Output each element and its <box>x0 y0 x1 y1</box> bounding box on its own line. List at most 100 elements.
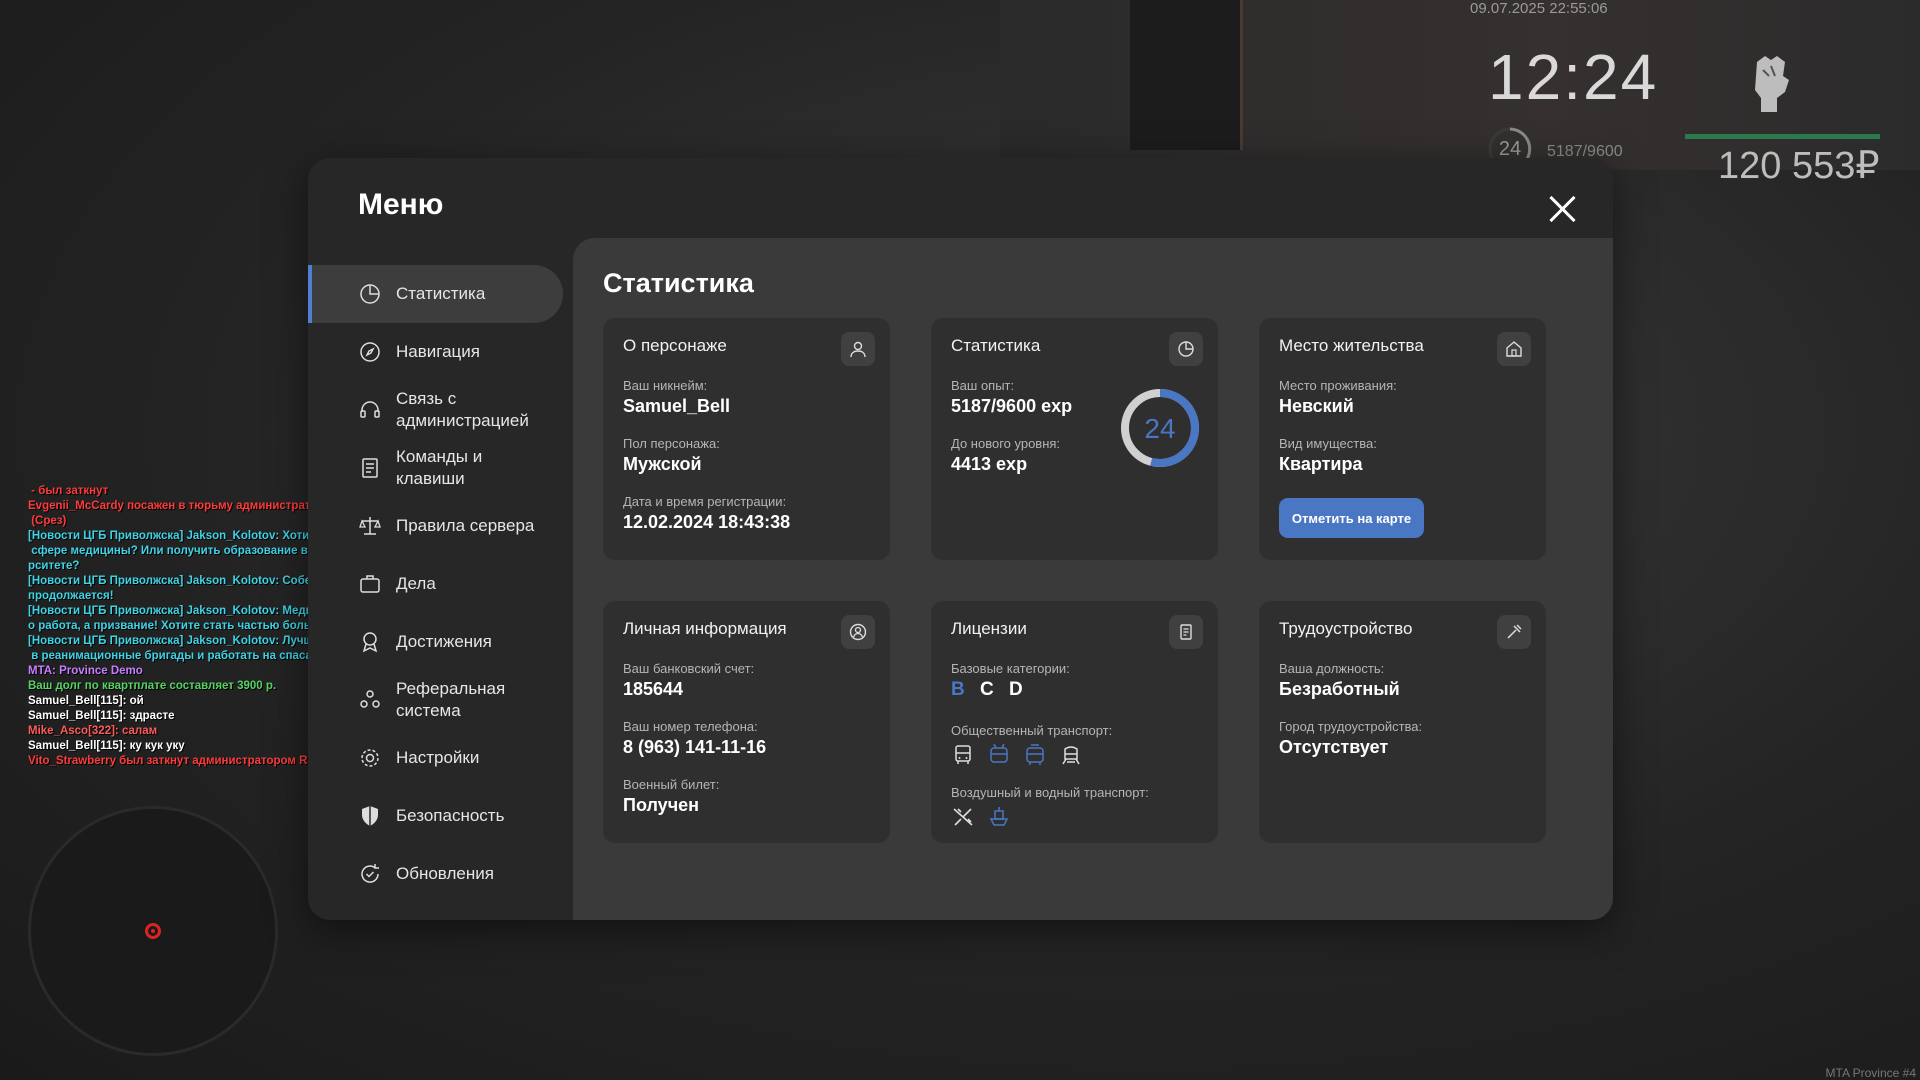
registration-label: Дата и время регистрации: <box>623 494 787 509</box>
property-type-label: Вид имущества: <box>1279 436 1377 451</box>
sidebar-item-8[interactable]: Настройки <box>308 729 573 787</box>
base-categories-label: Базовые категории: <box>951 661 1070 676</box>
category-c: C <box>980 679 994 700</box>
user-circle-icon <box>841 615 875 649</box>
residence-label: Место проживания: <box>1279 378 1397 393</box>
statistics-card: Статистика Ваш опыт: 5187/9600 exp До но… <box>931 318 1218 560</box>
card-title: Статистика <box>951 336 1041 355</box>
employment-city-label: Город трудоустройства: <box>1279 719 1423 734</box>
gear-icon <box>361 749 379 767</box>
sidebar-item-label: Команды и клавиши <box>396 447 483 488</box>
player-marker-icon <box>145 923 161 939</box>
mark-on-map-button[interactable]: Отметить на карте <box>1279 498 1424 538</box>
gender-value: Мужской <box>623 454 702 474</box>
public-transport-icons <box>951 743 1083 767</box>
fist-icon <box>1755 56 1789 112</box>
card-title: О персонаже <box>623 336 727 355</box>
military-label: Военный билет: <box>623 777 720 792</box>
sidebar-item-label: Навигация <box>396 342 480 361</box>
sidebar-item-label: Достижения <box>396 632 492 651</box>
card-title: Личная информация <box>623 619 787 638</box>
character-card: О персонаже Ваш никнейм: Samuel_Bell Пол… <box>603 318 890 560</box>
phone-label: Ваш номер телефона: <box>623 719 758 734</box>
sidebar-item-1[interactable]: Навигация <box>308 323 573 381</box>
nickname-value: Samuel_Bell <box>623 396 731 416</box>
military-value: Получен <box>623 795 700 815</box>
position-value: Безработный <box>1279 679 1400 699</box>
sidebar-item-0[interactable]: Статистика <box>308 265 563 323</box>
close-button[interactable] <box>1546 192 1578 224</box>
minimap <box>28 806 278 1056</box>
page-title: Статистика <box>603 268 754 298</box>
sidebar-item-label: Настройки <box>396 748 480 767</box>
sidebar-item-9[interactable]: Безопасность <box>308 787 573 845</box>
sidebar-item-2[interactable]: Связь с администрацией <box>308 381 573 439</box>
personal-info-card: Личная информация Ваш банковский счет: 1… <box>603 601 890 843</box>
position-label: Ваша должность: <box>1279 661 1385 676</box>
exp-label: Ваш опыт: <box>951 378 1015 393</box>
card-title: Место жительства <box>1279 336 1424 355</box>
compass-icon <box>360 342 380 362</box>
registration-value: 12.02.2024 18:43:38 <box>623 512 791 532</box>
briefcase-icon <box>360 575 380 593</box>
residence-card: Место жительства Место проживания: Невск… <box>1259 318 1546 560</box>
people-icon <box>360 690 380 708</box>
house-icon <box>1497 332 1531 366</box>
sidebar-item-label: Реферальная система <box>396 679 506 720</box>
background-door <box>1130 0 1243 150</box>
sidebar-item-label: Связь с администрацией <box>396 389 529 430</box>
sidebar-item-6[interactable]: Достижения <box>308 613 573 671</box>
menu-title: Меню <box>358 188 444 221</box>
sidebar-item-5[interactable]: Дела <box>308 555 573 613</box>
sidebar-item-3[interactable]: Команды и клавиши <box>308 439 573 497</box>
license-categories: B C D <box>951 679 1033 701</box>
category-b: B <box>951 679 965 700</box>
licenses-card: Лицензии Базовые категории: B C D Общест… <box>931 601 1218 843</box>
sidebar-item-label: Обновления <box>396 864 494 883</box>
card-title: Лицензии <box>951 619 1027 638</box>
sidebar-item-label: Безопасность <box>396 806 505 825</box>
public-transport-label: Общественный транспорт: <box>951 723 1113 738</box>
menu-window: Меню Статистика Навигация Связь с админист… <box>308 158 1613 920</box>
scales-icon <box>359 517 381 535</box>
airplane-icon <box>953 808 973 826</box>
air-water-transport-label: Воздушный и водный транспорт: <box>951 785 1149 800</box>
shield-icon <box>362 806 378 826</box>
residence-value: Невский <box>1279 396 1354 416</box>
sidebar-item-10[interactable]: Обновления <box>308 845 573 903</box>
employment-city-value: Отсутствует <box>1279 737 1389 757</box>
level-progress-ring: 24 <box>1118 386 1202 470</box>
tram-icon <box>1026 744 1044 765</box>
sidebar-item-label: Дела <box>396 574 436 593</box>
hud-money: 120 553₽ <box>1718 145 1880 187</box>
sidebar-item-4[interactable]: Правила сервера <box>308 497 573 555</box>
hud-health-bar <box>1685 134 1880 139</box>
license-document-icon <box>1169 615 1203 649</box>
pie-chart-icon <box>360 284 380 304</box>
bank-label: Ваш банковский счет: <box>623 661 755 676</box>
user-icon <box>841 332 875 366</box>
hud-clock: 12:24 <box>1488 41 1659 113</box>
bus-icon <box>955 745 971 764</box>
category-d: D <box>1009 679 1023 700</box>
sidebar-item-label: Правила сервера <box>396 516 535 535</box>
gender-label: Пол персонажа: <box>623 436 720 451</box>
phone-value: 8 (963) 141-11-16 <box>623 737 767 757</box>
server-name: MTA Province #4 <box>1825 1066 1916 1080</box>
train-icon <box>1062 746 1080 765</box>
sidebar-item-7[interactable]: Реферальная система <box>308 671 573 729</box>
bank-value: 185644 <box>623 679 684 699</box>
boat-icon <box>989 807 1009 826</box>
card-title: Трудоустройство <box>1279 619 1413 638</box>
pie-chart-icon <box>1169 332 1203 366</box>
exp-value: 5187/9600 exp <box>951 396 1073 416</box>
badge-icon <box>362 632 378 653</box>
next-level-value: 4413 exp <box>951 454 1028 474</box>
sidebar-item-label: Статистика <box>396 284 486 303</box>
hud-datetime: 09.07.2025 22:55:06 <box>1470 0 1608 17</box>
document-icon <box>362 458 378 478</box>
next-level-label: До нового уровня: <box>951 436 1061 451</box>
air-water-transport-icons <box>951 805 1011 829</box>
headset-icon <box>360 401 380 418</box>
hammer-icon <box>1497 615 1531 649</box>
